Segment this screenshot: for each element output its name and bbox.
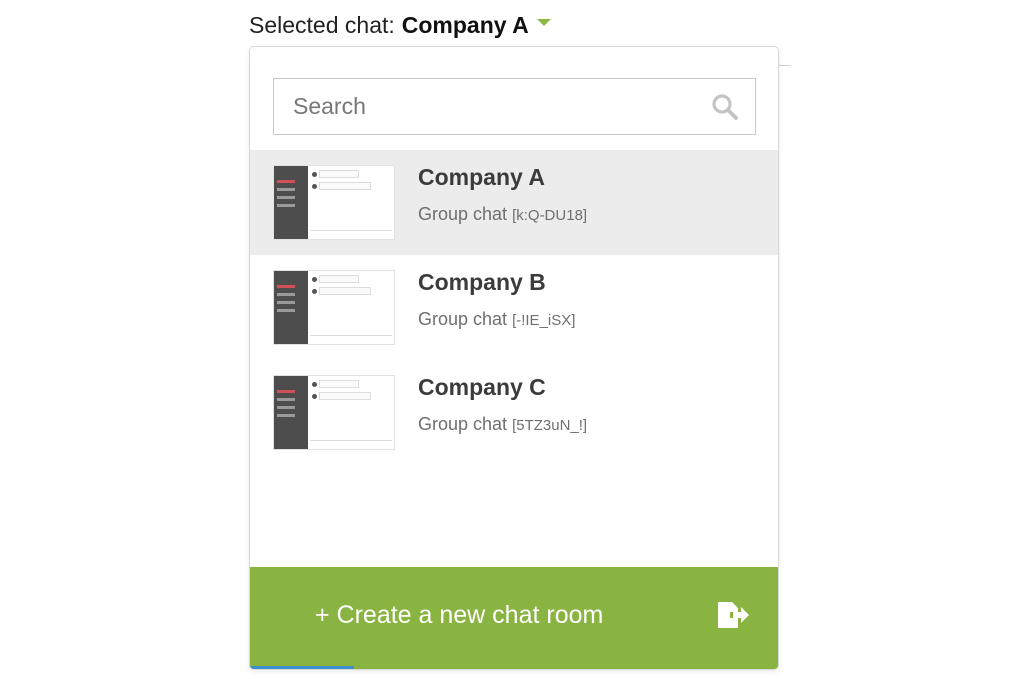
search-input[interactable] [274, 79, 694, 134]
background-line [779, 65, 791, 66]
search-icon[interactable] [711, 93, 739, 121]
chat-thumbnail [273, 270, 395, 345]
chat-subtitle: Group chat [-!IE_iSX] [418, 309, 575, 330]
create-chat-room-button[interactable]: + Create a new chat room [250, 567, 778, 669]
chat-thumbnail [273, 375, 395, 450]
caret-down-icon[interactable] [536, 18, 551, 26]
chat-title: Company B [418, 269, 546, 295]
chat-type: Group chat [418, 204, 508, 224]
chat-code: [-!IE_iSX] [512, 312, 576, 329]
chat-list-item[interactable]: Company A Group chat [k:Q-DU18] [250, 150, 778, 255]
search-box [273, 78, 756, 135]
exit-icon [718, 602, 749, 628]
chat-code: [5TZ3uN_!] [512, 417, 588, 434]
create-chat-room-label: + Create a new chat room [315, 601, 604, 629]
chat-list-item[interactable]: Company C Group chat [5TZ3uN_!] [250, 360, 778, 465]
button-underline [250, 666, 354, 669]
chat-list-item[interactable]: Company B Group chat [-!IE_iSX] [250, 255, 778, 360]
chat-title: Company A [418, 164, 545, 190]
chat-thumbnail [273, 165, 395, 240]
chat-dropdown: Company A Group chat[k:Q-DU18] Company B… [249, 46, 779, 670]
selected-chat-label: Selected chat: [249, 11, 395, 38]
chat-subtitle: Group chat [5TZ3uN_!] [418, 414, 587, 435]
chat-type: Group chat [418, 309, 508, 329]
chat-type: Group chat [418, 414, 508, 434]
selected-chat-name[interactable]: Company A [402, 12, 529, 39]
chat-list: Company A Group chat [k:Q-DU18] Company B… [250, 150, 778, 465]
chat-code: [k:Q-DU18] [512, 207, 588, 224]
chat-selector-page: Selected chat: Company A Company A [0, 0, 1024, 679]
chat-title: Company C [418, 374, 546, 400]
chat-subtitle: Group chat [k:Q-DU18] [418, 204, 587, 225]
selected-chat-toggle[interactable]: Selected chat: Company A [249, 8, 551, 42]
